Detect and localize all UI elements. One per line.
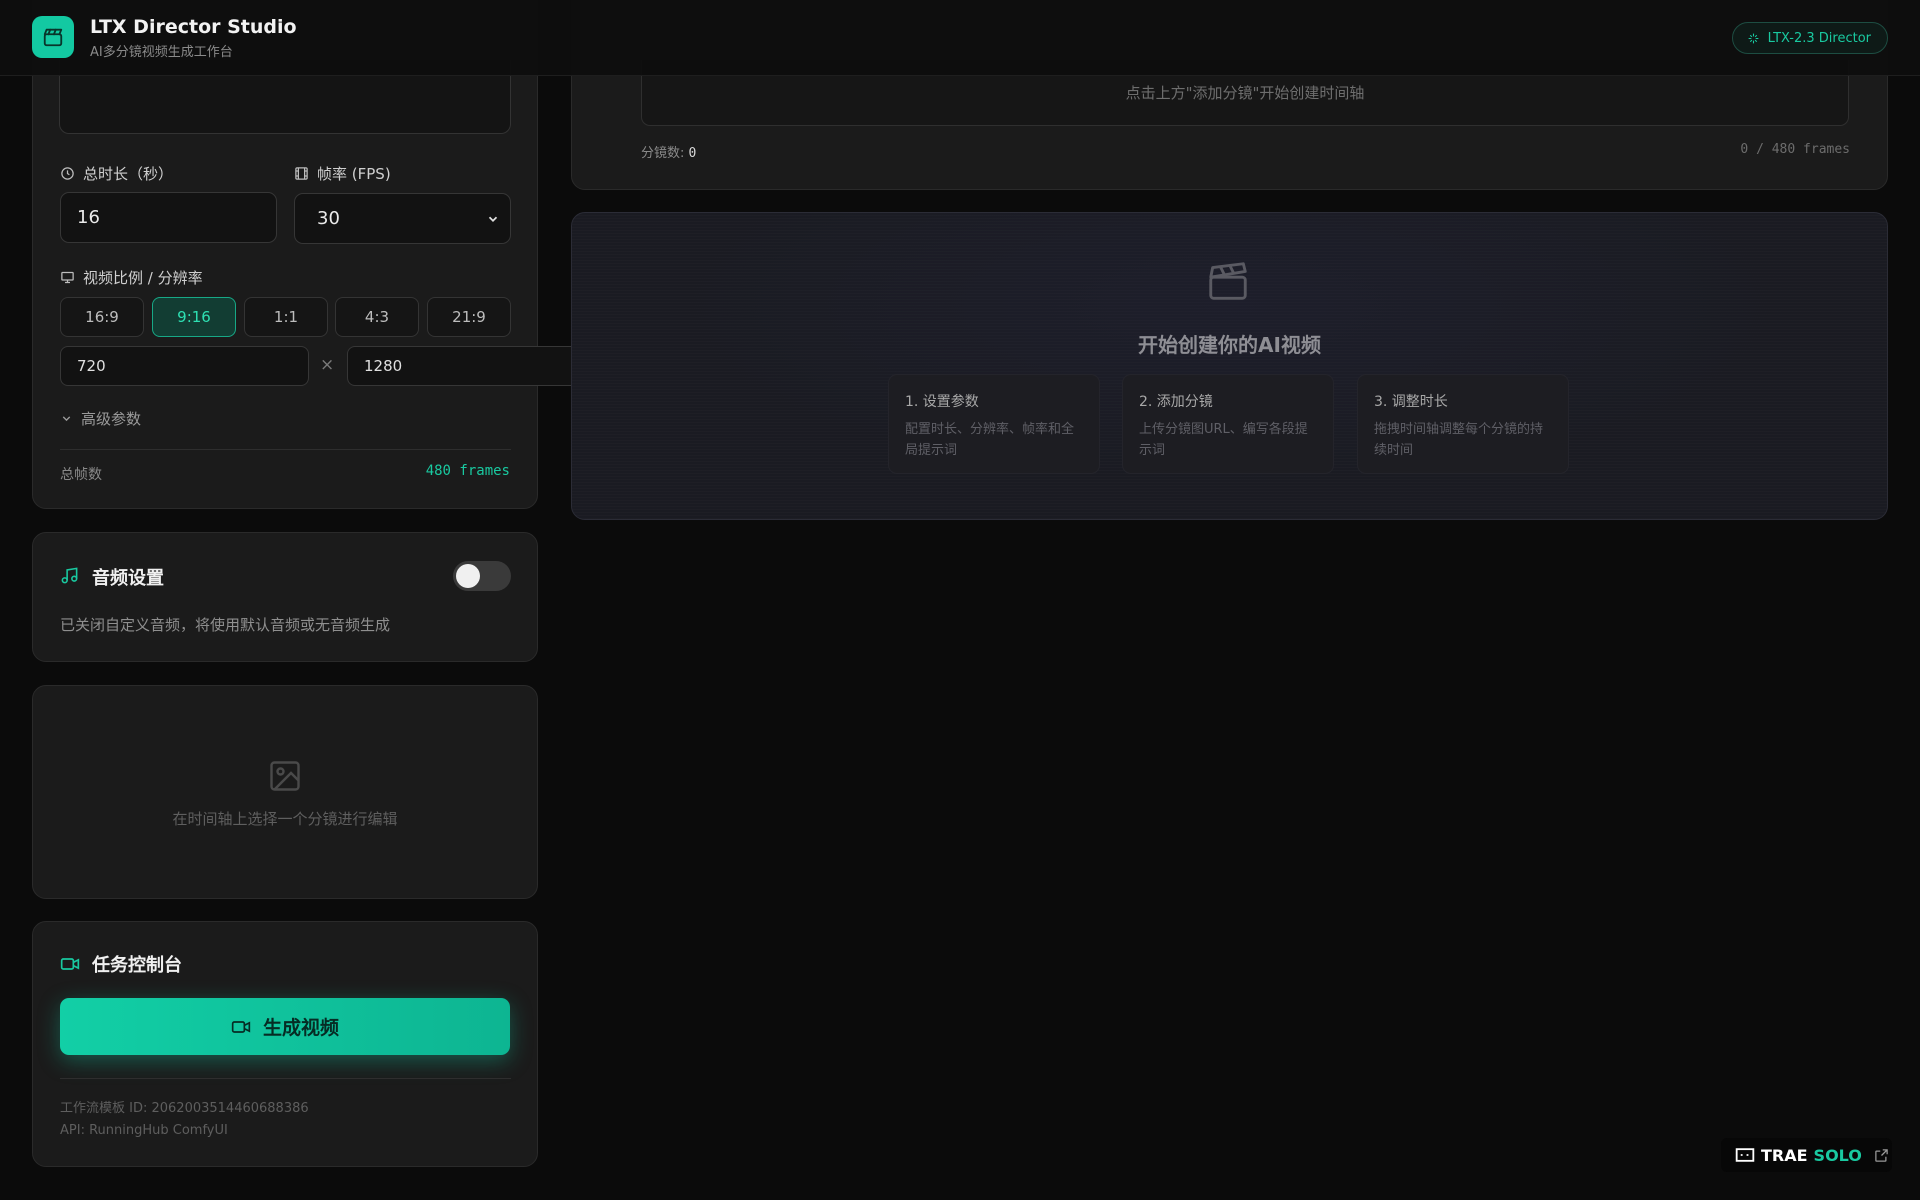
music-note-icon [60,566,79,585]
divider [60,1078,511,1079]
app-subtitle: AI多分镜视频生成工作台 [90,45,233,60]
ratio-button-16-9[interactable]: 16:9 [60,297,144,337]
audio-description: 已关闭自定义音频，将使用默认音频或无音频生成 [60,616,391,634]
step-description: 配置时长、分辨率、帧率和全局提示词 [905,422,1075,458]
video-camera-icon [60,954,80,974]
audio-settings-card [32,532,538,662]
api-info: API: RunningHub ComfyUI [60,1123,228,1138]
generate-video-label: 生成视频 [262,1017,339,1039]
ratio-button-9-16[interactable]: 9:16 [152,297,236,337]
divider [60,449,511,450]
image-placeholder-icon [267,758,303,794]
advanced-params-label: 高级参数 [81,410,142,428]
fps-select-value: 30 [317,208,340,229]
step-card-adjust-duration: 3. 调整时长 拖拽时间轴调整每个分镜的持续时间 [1357,374,1569,474]
clapperboard-logo-icon [32,16,74,58]
ratio-label-text: 视频比例 / 分辨率 [83,269,203,287]
sparkle-icon [1747,32,1760,45]
ratio-button-21-9[interactable]: 21:9 [427,297,511,337]
step-card-set-params: 1. 设置参数 配置时长、分辨率、帧率和全局提示词 [888,374,1100,474]
model-badge-label: LTX-2.3 Director [1767,30,1871,46]
audio-settings-title: 音频设置 [92,568,164,589]
width-input[interactable]: 720 [60,346,309,386]
total-frames-label: 总帧数 [60,467,102,483]
app-title: LTX Director Studio [90,16,297,38]
step-title: 1. 设置参数 [905,394,979,410]
video-camera-icon [231,1017,251,1037]
workflow-id: 工作流模板 ID: 2062003514460688386 [60,1101,309,1116]
step-title: 3. 调整时长 [1374,394,1448,410]
duration-label: 总时长（秒） [60,163,173,184]
chevron-down-icon [486,212,500,226]
audio-toggle[interactable] [453,561,511,591]
step-card-add-shots: 2. 添加分镜 上传分镜图URL、编写各段提示词 [1122,374,1334,474]
editor-empty-text: 在时间轴上选择一个分镜进行编辑 [172,810,398,828]
app-header: LTX Director Studio AI多分镜视频生成工作台 LTX-2.3… [0,0,1920,76]
shot-count-label: 分镜数: [641,146,685,161]
generate-video-button[interactable]: 生成视频 [60,998,510,1055]
frames-summary: 0 / 480 frames [1740,142,1850,157]
times-separator: × [320,355,335,375]
timeline-empty-hint: 点击上方"添加分镜"开始创建时间轴 [1125,84,1365,102]
chevron-down-icon [60,412,73,425]
advanced-params-toggle[interactable]: 高级参数 [60,408,141,429]
step-description: 拖拽时间轴调整每个分镜的持续时间 [1374,422,1544,458]
trae-solo-badge[interactable]: TRAE SOLO [1721,1138,1892,1172]
height-input[interactable]: 1280 [347,346,596,386]
total-frames-value: 480 frames [425,463,510,479]
step-title: 2. 添加分镜 [1139,394,1213,410]
duration-input[interactable]: 16 [60,192,277,243]
solo-text: SOLO [1813,1145,1862,1165]
toggle-knob [456,564,480,588]
onboarding-title: 开始创建你的AI视频 [1138,333,1321,357]
task-console-title: 任务控制台 [92,955,182,976]
trae-text: TRAE [1761,1145,1808,1165]
fps-select[interactable]: 30 [294,193,511,244]
shot-count-value: 0 [688,146,697,161]
fps-label: 帧率 (FPS) [294,163,391,184]
clapperboard-icon [1205,258,1251,304]
clock-icon [60,166,75,181]
shot-count: 分镜数: 0 [641,142,696,161]
fps-label-text: 帧率 (FPS) [317,165,391,183]
external-link-icon [1874,1148,1889,1163]
ratio-button-1-1[interactable]: 1:1 [244,297,328,337]
ratio-label: 视频比例 / 分辨率 [60,267,203,288]
ratio-button-4-3[interactable]: 4:3 [335,297,419,337]
model-badge[interactable]: LTX-2.3 Director [1731,22,1888,54]
trae-logo-icon [1735,1147,1755,1163]
monitor-icon [60,270,75,285]
step-description: 上传分镜图URL、编写各段提示词 [1139,422,1308,458]
film-icon [294,166,309,181]
duration-label-text: 总时长（秒） [83,165,174,183]
